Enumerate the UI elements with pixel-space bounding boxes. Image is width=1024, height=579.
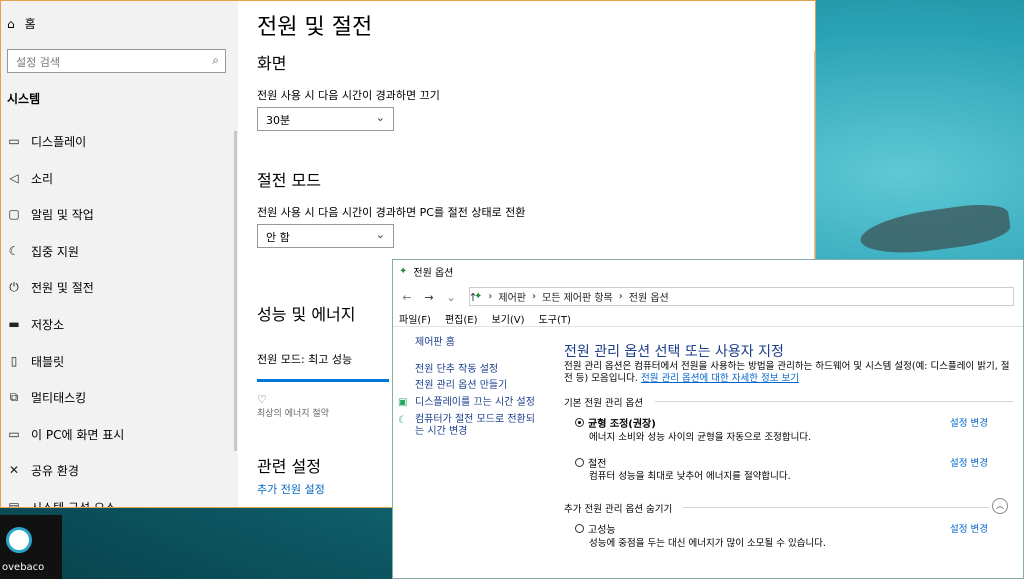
power-mode-label: 전원 모드: 최고 성능 — [257, 353, 353, 366]
screen-timeout-dropdown[interactable]: 30분 ⌄ — [257, 107, 394, 131]
create-plan-link[interactable]: 전원 관리 옵션 만들기 — [415, 380, 507, 392]
sleep-time-link[interactable]: 컴퓨터가 절전 모드로 전환되는 시간 변경 — [415, 414, 540, 438]
sidebar-item-sound[interactable]: ◁ 소리 — [7, 168, 53, 188]
breadcrumb-separator-icon: › — [532, 291, 536, 302]
sidebar-item-multitasking[interactable]: ⧉ 멀티태스킹 — [7, 387, 87, 407]
sidebar-item-notifications[interactable]: ▢ 알림 및 작업 — [7, 204, 94, 224]
breadcrumb-item[interactable]: 제어판 — [498, 289, 526, 304]
radio-icon[interactable] — [575, 524, 584, 533]
plan-high-performance-desc: 성능에 중점을 두는 대신 에너지가 많이 소모될 수 있습니다. — [589, 538, 826, 549]
leaf-icon: ♡ — [257, 393, 267, 406]
menu-bar: 파일(F) 편집(E) 보기(V) 도구(T) — [399, 311, 571, 326]
divider — [683, 507, 989, 508]
breadcrumb-separator-icon: › — [618, 291, 623, 302]
radio-selected-icon[interactable] — [575, 418, 584, 427]
back-arrow-icon[interactable]: ← — [399, 291, 415, 304]
app-logo-icon — [6, 527, 32, 553]
speaker-icon: ◁ — [9, 171, 19, 185]
change-settings-high-link[interactable]: 설정 변경 — [950, 521, 988, 535]
notification-icon: ▢ — [8, 207, 20, 221]
monitor-icon: ▭ — [8, 134, 20, 148]
sidebar-item-display[interactable]: ▭ 디스플레이 — [7, 131, 86, 151]
chevron-down-icon[interactable]: ⌄ — [443, 291, 459, 304]
related-heading: 관련 설정 — [257, 457, 321, 476]
sidebar-item-power[interactable]: ⏻ 전원 및 절전 — [7, 277, 94, 297]
sidebar-item-focus[interactable]: ☾ 집중 지원 — [7, 241, 79, 261]
sleep-heading: 절전 모드 — [257, 171, 321, 190]
change-settings-saver-link[interactable]: 설정 변경 — [950, 455, 988, 469]
breadcrumb-item[interactable]: 모든 제어판 항목 — [542, 289, 613, 304]
power-options-icon: ✦ — [399, 266, 408, 277]
sidebar-item-project[interactable]: ▭ 이 PC에 화면 표시 — [7, 424, 124, 444]
desktop-shortcut[interactable]: ovebaco — [0, 515, 62, 579]
change-settings-balanced-link[interactable]: 설정 변경 — [950, 415, 988, 429]
sidebar-scrollbar[interactable] — [234, 131, 237, 451]
power-mode-slider[interactable] — [257, 379, 389, 382]
home-icon: ⌂ — [7, 16, 15, 31]
power-heading: 전원 관리 옵션 선택 또는 사용자 지정 — [564, 344, 784, 360]
moon-icon: ☾ — [8, 244, 20, 258]
sidebar-item-components[interactable]: ▤ 시스템 구성 요소 — [7, 497, 116, 508]
power-button-settings-link[interactable]: 전원 단추 작동 설정 — [415, 364, 498, 376]
power-description: 전원 관리 옵션은 컴퓨터에서 전원을 사용하는 방법을 관리하는 하드웨어 및… — [564, 361, 1010, 384]
additional-power-settings-link[interactable]: 추가 전원 설정 — [257, 481, 325, 497]
more-plans-label[interactable]: 추가 전원 관리 옵션 숨기기 — [564, 501, 672, 515]
sidebar-item-shared[interactable]: ✕ 공유 환경 — [7, 460, 79, 480]
breadcrumb-separator-icon: › — [488, 291, 493, 302]
basic-plans-label: 기본 전원 관리 옵션 — [564, 398, 643, 409]
sidebar-section-title: 시스템 — [7, 92, 41, 106]
multitask-icon: ⧉ — [9, 389, 19, 404]
menu-tools[interactable]: 도구(T) — [539, 311, 571, 326]
storage-icon: ▬ — [8, 317, 20, 331]
main-scrollbar[interactable] — [814, 51, 815, 261]
wallpaper-rock — [857, 199, 1013, 261]
project-icon: ▭ — [8, 427, 20, 441]
slider-caption: 최상의 에너지 절약 — [257, 409, 329, 419]
plan-high-performance[interactable]: 고성능 — [575, 521, 616, 536]
search-input[interactable]: 설정 검색 ⌕ — [7, 49, 226, 73]
settings-sidebar: ⌂ 홈 설정 검색 ⌕ 시스템 ▭ 디스플레이 ◁ 소리 ▢ 알림 및 작업 ☾ 집중 … — [1, 1, 238, 507]
sleep-timeout-dropdown[interactable]: 안 함 ⌄ — [257, 224, 394, 248]
menu-edit[interactable]: 편집(E) — [445, 311, 478, 326]
search-icon: ⌕ — [212, 53, 219, 67]
screen-heading: 화면 — [257, 54, 287, 73]
home-link[interactable]: ⌂ 홈 — [7, 15, 36, 32]
share-icon: ✕ — [8, 463, 20, 477]
chevron-down-icon: ⌄ — [375, 111, 385, 124]
left-task-pane: 제어판 홈 전원 단추 작동 설정 전원 관리 옵션 만들기 ▣ 디스플레이를 … — [393, 327, 553, 578]
clipboard-icon: ▤ — [8, 500, 20, 508]
plan-balanced[interactable]: 균형 조정(권장) — [575, 415, 656, 430]
sidebar-item-tablet[interactable]: ▯ 태블릿 — [7, 351, 64, 371]
forward-arrow-icon[interactable]: → — [421, 291, 437, 304]
power-options-window: ✦ 전원 옵션 ← → ⌄ ↑ ✦ › 제어판 › 모든 제어판 항목 › 전원… — [392, 259, 1024, 579]
control-panel-icon: ✦ — [474, 291, 483, 302]
power-icon: ⏻ — [9, 279, 19, 294]
more-info-link[interactable]: 전원 관리 옵션에 대한 자세한 정보 보기 — [641, 373, 799, 384]
chevron-down-icon: ⌄ — [375, 228, 385, 241]
display-off-link[interactable]: 디스플레이를 끄는 시간 설정 — [415, 397, 535, 409]
page-title: 전원 및 절전 — [257, 15, 373, 40]
address-bar[interactable]: ✦ › 제어판 › 모든 제어판 항목 › 전원 옵션 — [469, 287, 1014, 306]
collapse-chevron-icon[interactable]: ︿ — [992, 498, 1008, 514]
sleep-moon-icon: ☾ — [398, 415, 407, 426]
window-title: ✦ 전원 옵션 — [399, 266, 454, 279]
breadcrumb-item[interactable]: 전원 옵션 — [629, 289, 669, 304]
sleep-label: 전원 사용 시 다음 시간이 경과하면 PC를 절전 상태로 전환 — [257, 206, 526, 219]
sidebar-item-storage[interactable]: ▬ 저장소 — [7, 314, 64, 334]
menu-view[interactable]: 보기(V) — [492, 311, 525, 326]
radio-icon[interactable] — [575, 458, 584, 467]
address-bar-row: ← → ⌄ ↑ ✦ › 제어판 › 모든 제어판 항목 › 전원 옵션 — [393, 286, 1023, 308]
divider — [655, 401, 1013, 402]
perf-heading: 성능 및 에너지 — [257, 305, 356, 324]
menu-file[interactable]: 파일(F) — [399, 311, 431, 326]
control-panel-home-link[interactable]: 제어판 홈 — [415, 337, 455, 349]
screen-label: 전원 사용 시 다음 시간이 경과하면 끄기 — [257, 89, 440, 102]
display-off-icon: ▣ — [398, 397, 408, 408]
plan-power-saver-desc: 컴퓨터 성능을 최대로 낮추어 에너지를 절약합니다. — [589, 471, 791, 482]
tablet-icon: ▯ — [10, 354, 18, 368]
shortcut-label: ovebaco — [2, 562, 45, 573]
plan-balanced-desc: 에너지 소비와 성능 사이의 균형을 자동으로 조정합니다. — [589, 432, 812, 443]
